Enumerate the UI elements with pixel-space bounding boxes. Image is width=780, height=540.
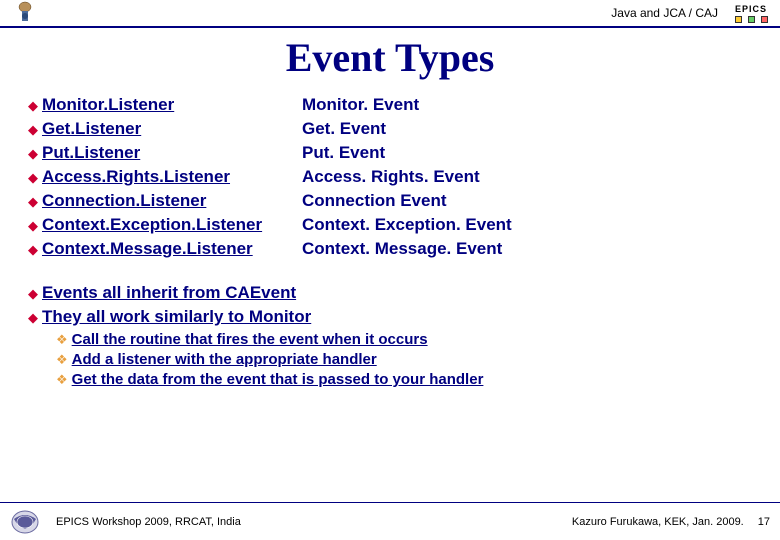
- listener-name: Context.Exception.Listener: [42, 215, 302, 235]
- sub-point-row: ❖ Get the data from the event that is pas…: [56, 371, 760, 388]
- summary-text: They all work similarly to Monitor: [42, 307, 311, 327]
- epics-logo: EPICS: [726, 0, 776, 26]
- listener-name: Context.Message.Listener: [42, 239, 302, 259]
- listener-name: Monitor.Listener: [42, 95, 302, 115]
- diamond-bullet-icon: ◆: [28, 171, 38, 184]
- event-type-row: ◆ Access.Rights.ListenerAccess. Rights. E…: [28, 167, 760, 187]
- event-name: Access. Rights. Event: [302, 167, 480, 187]
- event-name: Monitor. Event: [302, 95, 419, 115]
- footer-right-text: Kazuro Furukawa, KEK, Jan. 2009.: [572, 516, 744, 528]
- summary-line: ◆ Events all inherit from CAEvent: [28, 283, 760, 303]
- sub-point-row: ❖ Add a listener with the appropriate han…: [56, 351, 760, 368]
- diamond-bullet-icon: ◆: [28, 99, 38, 112]
- event-name: Context. Message. Event: [302, 239, 502, 259]
- diamond-sub-bullet-icon: ❖: [56, 373, 68, 386]
- sub-point-text: Call the routine that fires the event wh…: [72, 331, 428, 348]
- footer-logo-icon: [10, 509, 40, 535]
- diamond-bullet-icon: ◆: [28, 147, 38, 160]
- slide-header: Java and JCA / CAJ EPICS: [0, 0, 780, 28]
- slide-footer: EPICS Workshop 2009, RRCAT, India Kazuro…: [0, 502, 780, 540]
- diamond-bullet-icon: ◆: [28, 123, 38, 136]
- diamond-bullet-icon: ◆: [28, 287, 38, 300]
- event-name: Put. Event: [302, 143, 385, 163]
- diamond-bullet-icon: ◆: [28, 243, 38, 256]
- slide-title: Event Types: [0, 34, 780, 81]
- sub-point-text: Add a listener with the appropriate hand…: [72, 351, 377, 368]
- event-type-row: ◆ Context.Exception.ListenerContext. Exce…: [28, 215, 760, 235]
- sub-point-text: Get the data from the event that is pass…: [72, 371, 484, 388]
- summary-line: ◆ They all work similarly to Monitor: [28, 307, 760, 327]
- event-type-row: ◆ Put.ListenerPut. Event: [28, 143, 760, 163]
- event-type-row: ◆ Get.ListenerGet. Event: [28, 119, 760, 139]
- sub-point-row: ❖ Call the routine that fires the event w…: [56, 331, 760, 348]
- listener-name: Get.Listener: [42, 119, 302, 139]
- epics-label: EPICS: [735, 4, 767, 14]
- diamond-sub-bullet-icon: ❖: [56, 333, 68, 346]
- footer-left-text: EPICS Workshop 2009, RRCAT, India: [56, 516, 241, 528]
- diamond-bullet-icon: ◆: [28, 195, 38, 208]
- event-name: Context. Exception. Event: [302, 215, 512, 235]
- event-type-row: ◆ Connection.ListenerConnection Event: [28, 191, 760, 211]
- listener-name: Connection.Listener: [42, 191, 302, 211]
- event-type-row: ◆ Monitor.ListenerMonitor. Event: [28, 95, 760, 115]
- header-breadcrumb: Java and JCA / CAJ: [611, 6, 718, 20]
- emblem-icon: [0, 0, 50, 26]
- slide-content: ◆ Monitor.ListenerMonitor. Event ◆ Get.List…: [0, 95, 780, 388]
- event-type-row: ◆ Context.Message.ListenerContext. Messag…: [28, 239, 760, 259]
- footer-page-number: 17: [758, 516, 770, 528]
- diamond-bullet-icon: ◆: [28, 219, 38, 232]
- event-name: Get. Event: [302, 119, 386, 139]
- listener-name: Access.Rights.Listener: [42, 167, 302, 187]
- diamond-bullet-icon: ◆: [28, 311, 38, 324]
- diamond-sub-bullet-icon: ❖: [56, 353, 68, 366]
- summary-text: Events all inherit from CAEvent: [42, 283, 296, 303]
- listener-name: Put.Listener: [42, 143, 302, 163]
- event-name: Connection Event: [302, 191, 447, 211]
